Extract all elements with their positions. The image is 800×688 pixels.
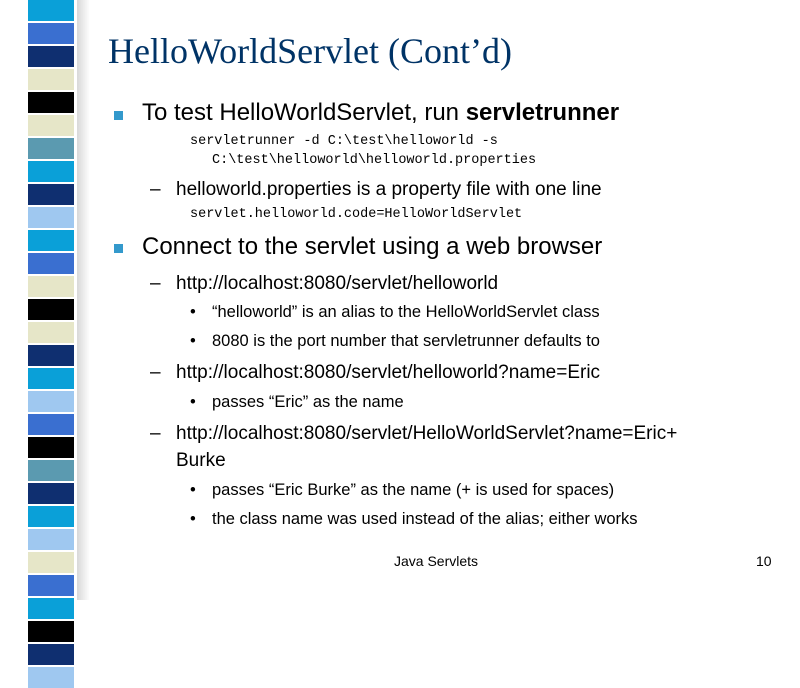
sidebar-block — [28, 276, 74, 297]
sidebar-block — [28, 46, 74, 67]
sidebar-block — [28, 621, 74, 642]
sidebar-block — [28, 299, 74, 320]
dash-glyph: – — [150, 423, 161, 444]
sidebar-block — [28, 460, 74, 481]
bullet-2: Connect to the servlet using a web brows… — [142, 233, 603, 260]
sidebar-block — [28, 253, 74, 274]
code-line: servletrunner -d C:\test\helloworld -s — [190, 134, 498, 149]
sidebar-block — [28, 115, 74, 136]
sub-bullet-text: http://localhost:8080/servlet/HelloWorld… — [176, 423, 678, 444]
sub-sub-bullet-text: the class name was used instead of the a… — [212, 510, 638, 528]
sub-sub-bullet-text: passes “Eric” as the name — [212, 393, 404, 411]
sidebar-block — [28, 437, 74, 458]
sidebar-block — [28, 161, 74, 182]
sub-bullet-continuation: Burke — [176, 450, 226, 471]
sub-bullet-url: – http://localhost:8080/servlet/HelloWor… — [150, 423, 678, 445]
sidebar-block — [28, 483, 74, 504]
sub-bullet-text: helloworld.properties is a property file… — [176, 179, 602, 200]
sidebar-block — [28, 598, 74, 619]
page-number: 10 — [756, 553, 772, 569]
sidebar-block — [28, 92, 74, 113]
dot-glyph: • — [190, 393, 196, 411]
sidebar-block — [28, 184, 74, 205]
sub-sub-bullet: • passes “Eric Burke” as the name (+ is … — [190, 481, 615, 500]
dot-glyph: • — [190, 481, 196, 499]
sub-sub-bullet-text: passes “Eric Burke” as the name (+ is us… — [212, 481, 615, 499]
dot-glyph: • — [190, 332, 196, 350]
sidebar-block — [28, 345, 74, 366]
dash-glyph: – — [150, 273, 161, 294]
bullet-1-text: To test HelloWorldServlet, run — [142, 99, 466, 126]
sub-bullet-text: http://localhost:8080/servlet/helloworld… — [176, 362, 601, 383]
sub-bullet: – helloworld.properties is a property fi… — [150, 179, 602, 201]
sidebar-block — [28, 230, 74, 251]
sub-bullet-url: – http://localhost:8080/servlet/hellowor… — [150, 362, 601, 384]
bullet-1: To test HelloWorldServlet, run servletru… — [142, 99, 619, 127]
footer-title: Java Servlets — [394, 553, 479, 569]
sidebar-block — [28, 414, 74, 435]
sidebar-shadow — [77, 0, 90, 600]
sub-sub-bullet: • 8080 is the port number that servletru… — [190, 332, 600, 351]
sub-sub-bullet-text: 8080 is the port number that servletrunn… — [212, 332, 600, 350]
sidebar-block — [28, 506, 74, 527]
bullet-1-emphasis: servletrunner — [465, 99, 620, 126]
sidebar-block — [28, 391, 74, 412]
sidebar-block — [28, 69, 74, 90]
sub-bullet-text: http://localhost:8080/servlet/helloworld — [176, 273, 499, 294]
sidebar-block — [28, 138, 74, 159]
sub-sub-bullet: • passes “Eric” as the name — [190, 393, 404, 412]
code-line: C:\test\helloworld\helloworld.properties — [212, 153, 537, 168]
dot-glyph: • — [190, 303, 196, 321]
decorative-sidebar — [0, 0, 90, 688]
sidebar-block — [28, 207, 74, 228]
code-line: servlet.helloworld.code=HelloWorldServle… — [190, 207, 523, 222]
sub-sub-bullet: • the class name was used instead of the… — [190, 510, 638, 529]
sidebar-block — [28, 644, 74, 665]
sub-sub-bullet-text: “helloworld” is an alias to the HelloWor… — [212, 303, 600, 321]
sub-sub-bullet: • “helloworld” is an alias to the HelloW… — [190, 303, 600, 322]
sidebar-block — [28, 529, 74, 550]
dash-glyph: – — [150, 179, 161, 200]
sidebar-block — [28, 575, 74, 596]
dot-glyph: • — [190, 510, 196, 528]
dash-glyph: – — [150, 362, 161, 383]
sidebar-block — [28, 322, 74, 343]
sidebar-block — [28, 368, 74, 389]
sidebar-block — [28, 667, 74, 688]
bullet-square-icon — [114, 244, 123, 253]
sidebar-block — [28, 23, 74, 44]
slide-title: HelloWorldServlet (Cont’d) — [108, 31, 513, 71]
bullet-square-icon — [114, 111, 123, 120]
sidebar-block — [28, 552, 74, 573]
sub-bullet-url: – http://localhost:8080/servlet/hellowor… — [150, 273, 499, 295]
sidebar-block — [28, 0, 74, 21]
